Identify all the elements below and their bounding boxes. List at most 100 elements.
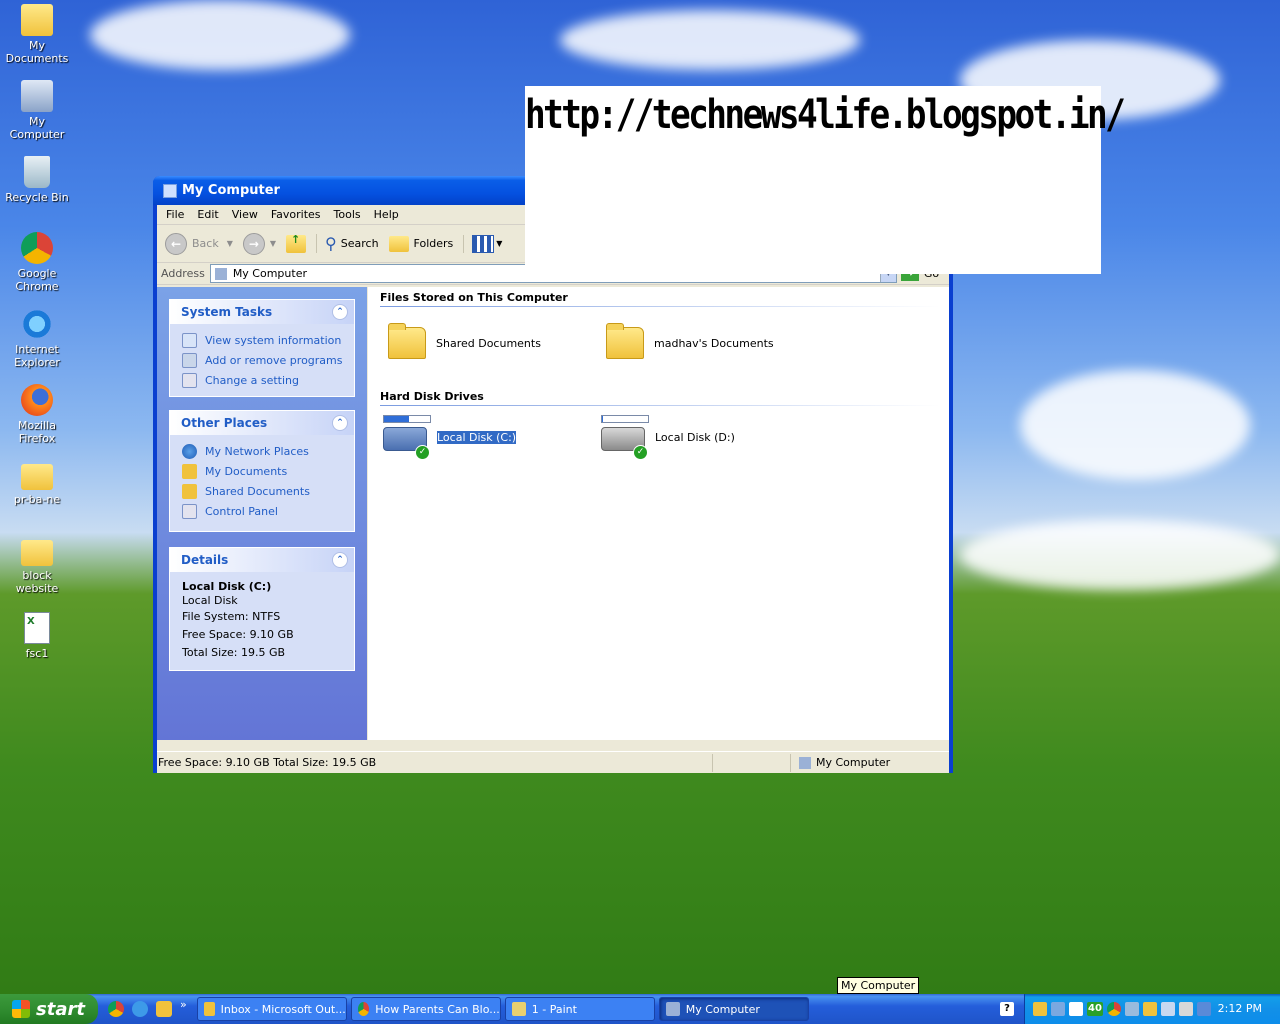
drive-label: Local Disk (C:) (435, 429, 518, 445)
other-places-header[interactable]: Other Places ⌃ (170, 411, 354, 435)
place-my-documents[interactable]: My Documents (182, 461, 354, 481)
collapse-chevron-icon[interactable]: ⌃ (332, 304, 348, 320)
back-label: Back (192, 237, 219, 250)
folders-button[interactable]: Folders (388, 235, 453, 252)
details-name: Local Disk (C:) (182, 580, 272, 593)
update-icon[interactable] (1161, 1002, 1175, 1016)
status-location-label: My Computer (816, 756, 891, 769)
menu-file[interactable]: File (161, 208, 192, 221)
folder-icon (182, 483, 197, 499)
folder-icon (21, 464, 53, 490)
disk-usage-fill (384, 416, 410, 422)
views-dropdown-icon: ▼ (496, 239, 503, 248)
back-button[interactable]: ← Back ▼ (165, 232, 233, 255)
task-change-setting[interactable]: Change a setting (182, 370, 354, 390)
menu-edit[interactable]: Edit (192, 208, 226, 221)
folder-icon (388, 323, 426, 359)
collapse-chevron-icon[interactable]: ⌃ (332, 415, 348, 431)
menu-tools[interactable]: Tools (329, 208, 369, 221)
help-icon[interactable]: ? (1000, 1002, 1014, 1016)
address-value: My Computer (232, 267, 307, 280)
place-my-network-places[interactable]: My Network Places (182, 441, 354, 461)
mail-icon[interactable] (1033, 1002, 1047, 1016)
desktop-icon-block-website[interactable]: block website (0, 536, 74, 595)
my-computer-icon (799, 756, 811, 769)
taskbar: start » Inbox - Microsoft Out... How Par… (0, 994, 1280, 1024)
madhavs-documents-folder[interactable]: madhav's Documents (606, 323, 774, 359)
hard-drive-icon: ✓ (383, 415, 431, 460)
task-label: Inbox - Microsoft Out... (220, 1002, 346, 1016)
desktop-icon-my-computer[interactable]: My Computer (0, 80, 74, 141)
my-computer-icon (665, 1002, 680, 1016)
drives-section-title: Hard Disk Drives (380, 390, 484, 403)
taskbar-item-paint[interactable]: 1 - Paint (504, 997, 655, 1021)
menu-favorites[interactable]: Favorites (266, 208, 329, 221)
collapse-chevron-icon[interactable]: ⌃ (332, 552, 348, 568)
menu-view[interactable]: View (227, 208, 266, 221)
taskbar-item-chrome[interactable]: How Parents Can Blo... (350, 997, 501, 1021)
cloud (1020, 370, 1250, 480)
desktop-icon-pr-ba-ne[interactable]: pr-ba-ne (0, 460, 74, 506)
up-folder-button[interactable]: ↑ (286, 233, 307, 253)
my-documents-icon (21, 4, 53, 36)
search-icon: ⚲ (325, 234, 337, 253)
outlook-icon (203, 1002, 215, 1016)
outlook-icon[interactable] (1143, 1002, 1157, 1016)
menu-help[interactable]: Help (369, 208, 407, 221)
outlook-icon[interactable] (156, 1001, 172, 1017)
system-information-icon (182, 332, 197, 348)
desktop-icon-fsc1[interactable]: X fsc1 (0, 612, 74, 660)
system-tasks-panel: System Tasks ⌃ View system information A… (169, 299, 355, 397)
add-remove-programs-icon (182, 352, 197, 368)
task-label: How Parents Can Blo... (375, 1002, 500, 1016)
display-icon[interactable] (1197, 1002, 1211, 1016)
section-divider (380, 405, 940, 406)
details-file-system: File System: NTFS (182, 610, 281, 623)
check-icon: ✓ (633, 445, 648, 460)
task-add-remove-programs[interactable]: Add or remove programs (182, 350, 354, 370)
desktop-icon-recycle-bin[interactable]: Recycle Bin (0, 156, 74, 204)
place-control-panel[interactable]: Control Panel (182, 501, 354, 521)
chrome-icon[interactable] (1107, 1002, 1121, 1016)
desktop-icon-label: Mozilla Firefox (18, 419, 56, 445)
desktop-icon-my-documents[interactable]: My Documents (0, 4, 74, 65)
taskbar-item-outlook[interactable]: Inbox - Microsoft Out... (196, 997, 347, 1021)
counter-badge[interactable]: 40 (1087, 1002, 1103, 1016)
desktop-icon-internet-explorer[interactable]: Internet Explorer (0, 308, 74, 369)
views-button[interactable]: ▼ (463, 234, 503, 253)
desktop-icon-google-chrome[interactable]: Google Chrome (0, 232, 74, 293)
quick-launch-chevron[interactable]: » (180, 998, 187, 1011)
notification-icon[interactable] (1051, 1002, 1065, 1016)
local-disk-d[interactable]: ✓ Local Disk (D:) (601, 415, 735, 460)
forward-button[interactable]: → ▼ (242, 232, 276, 255)
desktop-icon-mozilla-firefox[interactable]: Mozilla Firefox (0, 384, 74, 445)
internet-explorer-icon[interactable] (132, 1001, 148, 1017)
speaker-icon[interactable] (1179, 1002, 1193, 1016)
hard-drive-icon: ✓ (601, 415, 649, 460)
status-text: Free Space: 9.10 GB Total Size: 19.5 GB (157, 753, 713, 772)
window-title: My Computer (182, 183, 280, 198)
disk-usage-fill (602, 416, 604, 422)
network-icon[interactable] (1125, 1002, 1139, 1016)
start-button[interactable]: start (0, 994, 98, 1024)
shared-documents-folder[interactable]: Shared Documents (388, 323, 541, 359)
search-button[interactable]: ⚲ Search (316, 234, 379, 253)
clock[interactable]: 2:12 PM (1218, 1002, 1262, 1015)
desktop-icon-label: Recycle Bin (5, 191, 69, 204)
control-panel-icon (182, 503, 197, 519)
place-shared-documents[interactable]: Shared Documents (182, 481, 354, 501)
my-computer-icon (214, 267, 227, 280)
place-label: Shared Documents (205, 484, 310, 498)
folder-label: Shared Documents (436, 336, 541, 350)
system-tasks-header[interactable]: System Tasks ⌃ (170, 300, 354, 324)
back-arrow-icon: ← (165, 232, 187, 255)
status-bar: Free Space: 9.10 GB Total Size: 19.5 GB … (157, 751, 949, 773)
section-divider (380, 306, 940, 307)
chrome-icon[interactable] (108, 1001, 124, 1017)
details-header[interactable]: Details ⌃ (170, 548, 354, 572)
task-view-system-information[interactable]: View system information (182, 330, 354, 350)
taskbar-item-my-computer[interactable]: My Computer (658, 997, 809, 1021)
chrome-icon (357, 1002, 370, 1016)
shield-icon[interactable] (1069, 1002, 1083, 1016)
local-disk-c[interactable]: ✓ Local Disk (C:) (383, 415, 518, 460)
